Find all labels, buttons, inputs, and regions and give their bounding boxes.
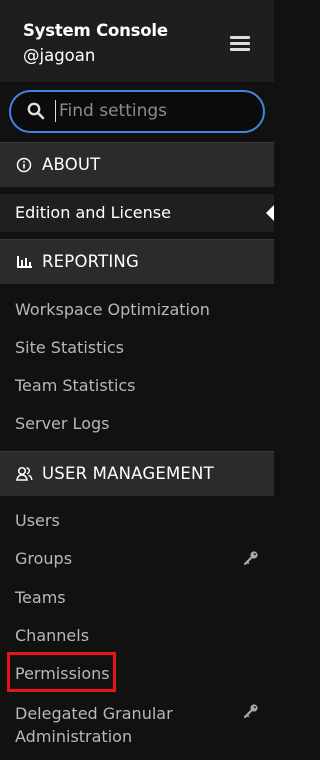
sidebar-item-label: Team Statistics	[15, 376, 136, 395]
sidebar-item-label: Teams	[15, 588, 66, 607]
sidebar-item-label: Workspace Optimization	[15, 300, 210, 319]
sidebar-item-label: Server Logs	[15, 414, 110, 433]
info-icon	[16, 157, 32, 173]
sidebar-item-label: Channels	[15, 626, 90, 645]
username: @jagoan	[23, 46, 96, 65]
sidebar-item-site-statistics[interactable]: Site Statistics	[0, 329, 274, 367]
active-caret-icon	[266, 205, 274, 221]
search-icon	[27, 102, 45, 120]
section-user-management: USER MANAGEMENT	[0, 451, 274, 496]
sidebar-item-delegated-granular-administration[interactable]: Delegated Granular Administration	[0, 693, 274, 749]
search-input[interactable]	[55, 100, 255, 122]
section-label-about: ABOUT	[42, 155, 101, 174]
sidebar-item-server-logs[interactable]: Server Logs	[0, 405, 274, 443]
sidebar-item-label: Groups	[15, 549, 73, 568]
section-label-reporting: REPORTING	[42, 252, 139, 271]
highlight-box	[7, 652, 116, 692]
key-icon	[243, 704, 258, 719]
sidebar-item-label: Site Statistics	[15, 338, 124, 357]
sidebar-item-label: Users	[15, 511, 60, 530]
sidebar-item-channels[interactable]: Channels	[0, 617, 274, 655]
console-title: System Console	[23, 21, 168, 40]
key-icon	[243, 551, 258, 566]
sidebar-item-groups[interactable]: Groups	[0, 540, 274, 578]
sidebar-item-team-statistics[interactable]: Team Statistics	[0, 367, 274, 405]
sidebar-item-edition-and-license[interactable]: Edition and License	[0, 194, 274, 232]
sidebar-item-label: Edition and License	[15, 203, 171, 222]
sidebar-item-workspace-optimization[interactable]: Workspace Optimization	[0, 291, 274, 329]
section-reporting: REPORTING	[0, 239, 274, 284]
sidebar-item-users[interactable]: Users	[0, 502, 274, 540]
bar-chart-icon	[17, 256, 32, 268]
section-label-user-management: USER MANAGEMENT	[42, 464, 214, 483]
sidebar-item-teams[interactable]: Teams	[0, 579, 274, 617]
section-about: ABOUT	[0, 142, 274, 187]
search-box[interactable]	[9, 90, 265, 133]
search-area	[0, 82, 274, 142]
hamburger-icon[interactable]	[230, 36, 250, 52]
sidebar-header: System Console @jagoan	[0, 0, 274, 82]
sidebar-item-label: Delegated Granular Administration	[15, 704, 173, 746]
users-icon	[16, 466, 33, 481]
